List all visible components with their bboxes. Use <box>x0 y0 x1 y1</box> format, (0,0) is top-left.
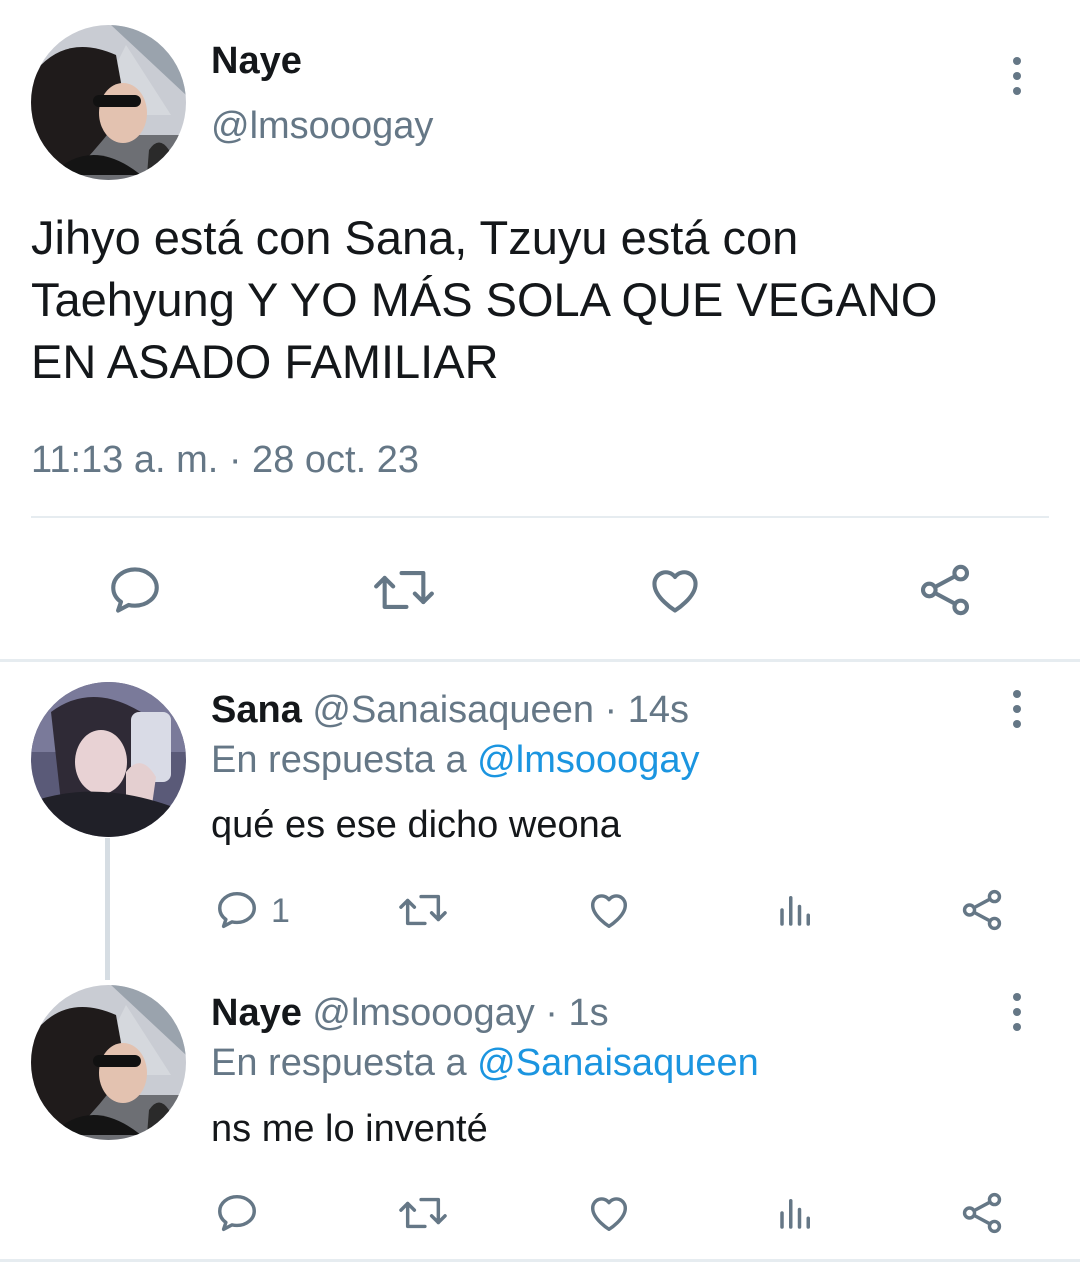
reply-handle-time[interactable]: @lmsooogay · 1s <box>312 992 608 1034</box>
share-icon[interactable] <box>959 887 1005 933</box>
avatar-naye[interactable] <box>31 985 186 1140</box>
reply-header: Sana @Sanaisaqueen · 14s <box>211 687 689 733</box>
reply-context-prefix: En respuesta a <box>211 1042 478 1084</box>
reply-icon[interactable] <box>214 1190 260 1236</box>
tweet-text: Jihyo está con Sana, Tzuyu está con Taeh… <box>31 207 938 393</box>
share-icon[interactable] <box>915 561 975 619</box>
reply-handle-time[interactable]: @Sanaisaqueen · 14s <box>312 689 689 731</box>
tweet-timestamp[interactable]: 11:13 a. m. · 28 oct. 23 <box>31 437 419 483</box>
section-divider <box>0 1259 1080 1262</box>
tweet-text-line: Jihyo está con Sana, Tzuyu está con <box>31 211 799 264</box>
like-icon[interactable] <box>645 561 705 619</box>
reply-icon[interactable] <box>106 561 164 619</box>
analytics-icon[interactable] <box>774 1192 818 1234</box>
reply-context: En respuesta a @lmsooogay <box>211 737 700 783</box>
author-name[interactable]: Naye <box>211 38 302 84</box>
more-options-icon[interactable] <box>1011 993 1023 1038</box>
reply-header: Naye @lmsooogay · 1s <box>211 990 609 1036</box>
reply-context: En respuesta a @Sanaisaqueen <box>211 1040 759 1086</box>
reply-to-link[interactable]: @lmsooogay <box>477 739 699 781</box>
avatar-sana[interactable] <box>31 682 186 837</box>
retweet-icon[interactable] <box>396 1190 450 1236</box>
more-options-icon[interactable] <box>1011 57 1023 102</box>
reply-text: qué es ese dicho weona <box>211 804 621 846</box>
reply-to-link[interactable]: @Sanaisaqueen <box>477 1042 759 1084</box>
reply-count: 1 <box>271 892 290 930</box>
author-handle[interactable]: @lmsooogay <box>211 103 433 149</box>
retweet-icon[interactable] <box>396 887 450 933</box>
reply-author-name[interactable]: Sana <box>211 689 302 731</box>
divider <box>31 516 1049 518</box>
reply-text: ns me lo inventé <box>211 1108 488 1150</box>
share-icon[interactable] <box>959 1190 1005 1236</box>
reply-context-prefix: En respuesta a <box>211 739 478 781</box>
more-options-icon[interactable] <box>1011 690 1023 735</box>
tweet-text-line: Taehyung Y YO MÁS SOLA QUE VEGANO <box>31 273 938 326</box>
like-icon[interactable] <box>585 1190 633 1236</box>
analytics-icon[interactable] <box>774 889 818 931</box>
reply-icon[interactable] <box>214 887 260 933</box>
reply-author-name[interactable]: Naye <box>211 992 302 1034</box>
retweet-icon[interactable] <box>370 561 438 619</box>
avatar-naye[interactable] <box>31 25 186 180</box>
thread-connector-line <box>105 838 110 980</box>
section-divider <box>0 659 1080 662</box>
tweet-text-line: EN ASADO FAMILIAR <box>31 335 499 388</box>
like-icon[interactable] <box>585 887 633 933</box>
